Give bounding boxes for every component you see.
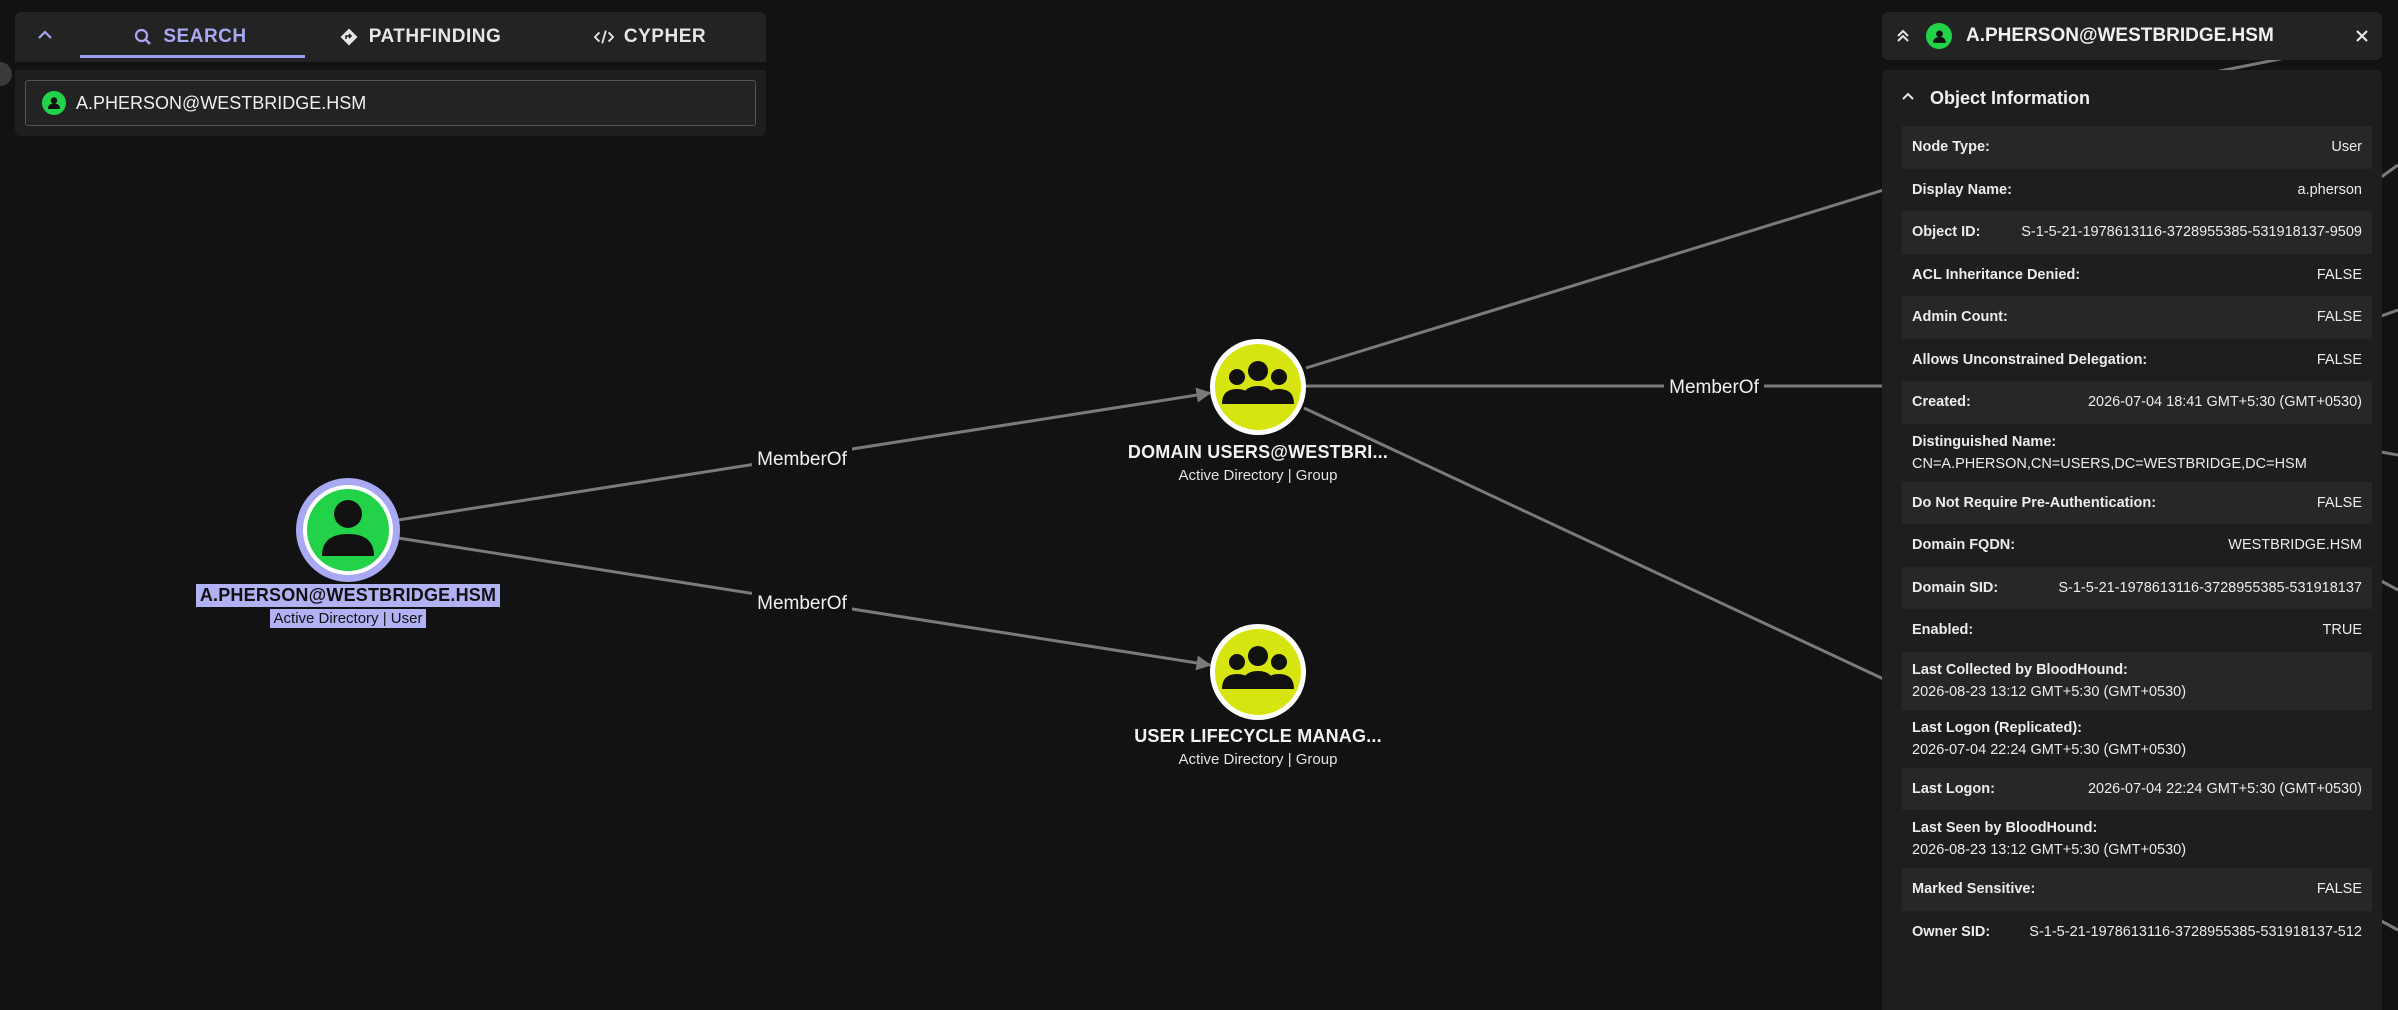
svg-text:MemberOf: MemberOf	[757, 593, 847, 614]
edge-label-2: MemberOf	[752, 589, 852, 617]
property-row: Domain FQDN: WESTBRIDGE.HSM	[1912, 537, 2362, 554]
section-title: Object Information	[1930, 87, 2091, 108]
property-row: Last Collected by BloodHound: 2026-08-23 …	[1902, 651, 2372, 710]
lifecycle-subtitle: Active Directory | Group	[1178, 751, 1338, 768]
property-row: Object ID: S-1-5-21-1978613116-3728955385…	[1902, 211, 2372, 254]
property-row: Do Not Require Pre-Authentication: FALSE	[1902, 481, 2372, 524]
tab-cypher[interactable]: CYPHER	[535, 12, 765, 62]
domain-users-subtitle: Active Directory | Group	[1178, 467, 1338, 484]
property-row: Created: 2026-07-04 18:41 GMT+5:30 (GMT+0…	[1902, 381, 2372, 424]
tab-pathfinding[interactable]: PATHFINDING	[305, 12, 535, 62]
search-input[interactable]: A.PHERSON@WESTBRIDGE.HSM	[25, 80, 756, 126]
property-row: Marked Sensitive: FALSE	[1902, 868, 2372, 911]
edge-label-3: MemberOf	[1664, 373, 1764, 401]
lifecycle-node[interactable]	[1210, 624, 1306, 720]
edge-label-1: MemberOf	[752, 444, 852, 472]
user-node[interactable]	[296, 478, 400, 582]
double-chevron-up-icon[interactable]	[1894, 27, 1912, 45]
user-icon	[42, 91, 66, 115]
user-node-title: A.PHERSON@WESTBRIDGE.HSM	[195, 584, 501, 607]
entity-panel-body[interactable]: Object Information Node Type: User Displa…	[1882, 70, 2382, 1010]
tab-cypher-label: CYPHER	[623, 26, 707, 47]
tab-pathfinding-label: PATHFINDING	[368, 26, 502, 47]
entity-info-panel: A.PHERSON@WESTBRIDGE.HSM Object Informat…	[1882, 12, 2382, 1010]
search-input-value: A.PHERSON@WESTBRIDGE.HSM	[76, 92, 367, 113]
route-diamond-icon	[339, 27, 359, 47]
property-row: Distinguished Name: CN=A.PHERSON,CN=USERS…	[1912, 433, 2307, 472]
domain-users-title: DOMAIN USERS@WESTBRI...	[1127, 442, 1389, 462]
domain-users-node[interactable]	[1210, 339, 1306, 435]
collapse-panel-button[interactable]	[15, 12, 75, 62]
chevron-up-icon	[1900, 88, 1916, 109]
property-row: Admin Count: FALSE	[1902, 296, 2372, 339]
user-icon	[1926, 23, 1952, 49]
tab-search-label: SEARCH	[163, 26, 247, 47]
search-body: A.PHERSON@WESTBRIDGE.HSM	[15, 70, 766, 136]
user-node-subtitle: Active Directory | User	[269, 609, 427, 628]
property-row: Display Name: a.pherson	[1912, 181, 2362, 198]
code-icon	[593, 27, 614, 47]
property-row: Node Type: User	[1902, 126, 2372, 169]
svg-text:MemberOf: MemberOf	[757, 449, 847, 470]
close-icon[interactable]	[2354, 28, 2370, 44]
user-node-label[interactable]: A.PHERSON@WESTBRIDGE.HSM Active Director…	[195, 584, 501, 628]
magnifier-icon	[133, 27, 153, 47]
search-panel: SEARCH PATHFINDING CYPHER A.PHERSON@WEST…	[15, 12, 766, 136]
lifecycle-title: USER LIFECYCLE MANAG...	[1134, 726, 1382, 746]
property-row: Domain SID: S-1-5-21-1978613116-372895538…	[1902, 566, 2372, 609]
explore-tabbar: SEARCH PATHFINDING CYPHER	[15, 12, 766, 62]
property-row: Last Seen by BloodHound: 2026-08-23 13:12…	[1912, 820, 2187, 858]
property-list: Node Type: User Display Name: a.pherson Ob…	[1882, 126, 2382, 953]
property-row: Owner SID: S-1-5-21-1978613116-3728955385…	[1912, 923, 2362, 940]
svg-text:MemberOf: MemberOf	[1669, 377, 1759, 398]
property-row: Last Logon: 2026-07-04 22:24 GMT+5:30 (GM…	[1902, 767, 2372, 810]
entity-panel-title: A.PHERSON@WESTBRIDGE.HSM	[1966, 25, 2274, 46]
property-row: Allows Unconstrained Delegation: FALSE	[1912, 351, 2362, 368]
lifecycle-label[interactable]: USER LIFECYCLE MANAG... Active Directory…	[1118, 726, 1398, 768]
object-information-toggle[interactable]: Object Information	[1882, 70, 2382, 126]
property-row: Last Logon (Replicated): 2026-07-04 22:24…	[1912, 719, 2187, 758]
domain-users-label[interactable]: DOMAIN USERS@WESTBRI... Active Directory…	[1118, 442, 1398, 484]
edge-domain-users-upper[interactable]	[1305, 186, 1891, 370]
tab-search[interactable]: SEARCH	[75, 12, 305, 62]
property-row: ACL Inheritance Denied: FALSE	[1912, 266, 2362, 283]
property-row: Enabled: TRUE	[1912, 622, 2362, 639]
chevron-up-icon	[35, 25, 55, 50]
entity-panel-header: A.PHERSON@WESTBRIDGE.HSM	[1882, 12, 2382, 60]
